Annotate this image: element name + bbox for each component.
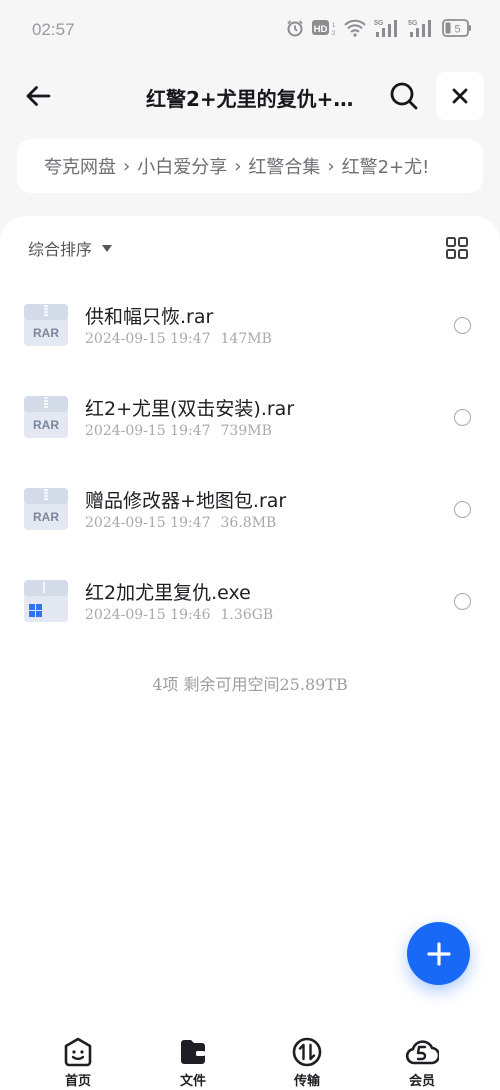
svg-text:1: 1 [332, 23, 336, 29]
sim2-label: 5G [408, 20, 418, 27]
file-date: 2024-09-15 19:46 [85, 607, 211, 623]
alarm-icon [286, 19, 304, 37]
vip-cloud-icon [405, 1040, 439, 1065]
nav-item-home[interactable]: 首页 [43, 1036, 113, 1089]
status-bar: 02:57 HD 1 2 5G 5G 5 [0, 0, 500, 60]
page-title: 红警2+尤里的复仇+… [146, 87, 354, 111]
file-size: 1.36GB [220, 607, 274, 623]
signal-5g-icon: 5G [374, 18, 400, 38]
file-type-label: RAR [33, 418, 59, 432]
file-name: 供和幅只恢.rar [85, 306, 214, 328]
status-icons: HD 1 2 5G 5G 5 [286, 18, 472, 38]
sim1-label: 5G [374, 20, 384, 27]
breadcrumb-separator: › [234, 155, 242, 177]
file-list: RAR 供和幅只恢.rar 2024-09-15 19:47 147MB RAR … [0, 278, 500, 646]
file-date: 2024-09-15 19:47 [85, 331, 211, 347]
search-icon [390, 82, 418, 110]
hd-label: HD [314, 24, 328, 35]
sort-dropdown[interactable]: 综合排序 [28, 236, 113, 260]
select-radio[interactable] [454, 409, 471, 426]
storage-summary: 4项 剩余可用空间25.89TB [152, 675, 348, 694]
file-row[interactable]: RAR 红2+尤里(双击安装).rar 2024-09-15 19:47 739M… [0, 370, 500, 462]
plus-icon [426, 941, 451, 966]
grid-view-icon [446, 237, 468, 259]
signal-5g-icon: 5G [408, 18, 434, 38]
sort-label: 综合排序 [28, 240, 93, 259]
nav-label: 首页 [64, 1074, 91, 1089]
select-radio[interactable] [454, 317, 471, 334]
file-size: 739MB [220, 423, 272, 439]
grid-view-button[interactable] [446, 237, 468, 259]
select-radio[interactable] [454, 501, 471, 518]
breadcrumb-item-collection[interactable]: 红警合集 [248, 153, 320, 179]
breadcrumb-item-current[interactable]: 红警2+尤! [342, 153, 430, 179]
file-name: 红2加尤里复仇.exe [85, 582, 251, 604]
caret-down-icon [102, 244, 113, 252]
file-row[interactable]: RAR 供和幅只恢.rar 2024-09-15 19:47 147MB [0, 278, 500, 370]
file-size: 147MB [220, 331, 272, 347]
back-button[interactable] [18, 76, 58, 116]
nav-item-transfer[interactable]: 传输 [272, 1036, 342, 1089]
header: 红警2+尤里的复仇+… [0, 68, 500, 126]
file-type-label: RAR [33, 326, 59, 340]
nav-item-vip[interactable]: 会员 [387, 1036, 457, 1089]
file-meta: 2024-09-15 19:47 739MB [85, 423, 272, 439]
bottom-nav: 首页 文件 传输 会员 [0, 1030, 500, 1090]
nav-item-files[interactable]: 文件 [158, 1036, 228, 1089]
file-meta: 2024-09-15 19:47 36.8MB [85, 515, 276, 531]
arrow-left-icon [26, 86, 51, 106]
file-name: 红2+尤里(双击安装).rar [85, 398, 295, 420]
file-size: 36.8MB [220, 515, 277, 531]
exe-file-icon [24, 580, 68, 622]
search-button[interactable] [384, 76, 424, 116]
breadcrumb-separator: › [327, 155, 335, 177]
nav-label: 传输 [293, 1074, 320, 1089]
close-button[interactable] [436, 72, 484, 120]
wifi-icon [344, 19, 366, 37]
file-type-label: RAR [33, 510, 59, 524]
close-icon [452, 88, 468, 104]
file-meta: 2024-09-15 19:47 147MB [85, 331, 272, 347]
rar-file-icon: RAR [24, 304, 68, 346]
breadcrumb-item-share[interactable]: 小白爱分享 [137, 153, 227, 179]
file-date: 2024-09-15 19:47 [85, 515, 211, 531]
home-face-icon [64, 1037, 92, 1067]
file-row[interactable]: RAR 赠品修改器+地图包.rar 2024-09-15 19:47 36.8MB [0, 462, 500, 554]
svg-text:2: 2 [332, 31, 336, 37]
nav-label: 会员 [408, 1074, 435, 1089]
file-name: 赠品修改器+地图包.rar [85, 490, 287, 512]
breadcrumb: 夸克网盘 › 小白爱分享 › 红警合集 › 红警2+尤! [17, 139, 483, 193]
file-meta: 2024-09-15 19:46 1.36GB [85, 607, 273, 623]
battery-level: 5 [454, 24, 460, 36]
nav-label: 文件 [179, 1074, 206, 1089]
breadcrumb-item-root[interactable]: 夸克网盘 [44, 153, 116, 179]
hd-call-icon: HD 1 2 [312, 19, 336, 37]
add-button[interactable] [407, 922, 470, 985]
status-time: 02:57 [32, 20, 75, 39]
breadcrumb-separator: › [123, 155, 131, 177]
folder-icon [181, 1040, 205, 1064]
file-date: 2024-09-15 19:47 [85, 423, 211, 439]
select-radio[interactable] [454, 593, 471, 610]
battery-icon: 5 [442, 19, 472, 37]
transfer-icon [292, 1037, 322, 1067]
rar-file-icon: RAR [24, 396, 68, 438]
file-row[interactable]: 红2加尤里复仇.exe 2024-09-15 19:46 1.36GB [0, 554, 500, 646]
app-screen: 02:57 HD 1 2 5G 5G 5 红警2+尤里的复仇+… 夸克网盘 › … [0, 0, 500, 1090]
rar-file-icon: RAR [24, 488, 68, 530]
